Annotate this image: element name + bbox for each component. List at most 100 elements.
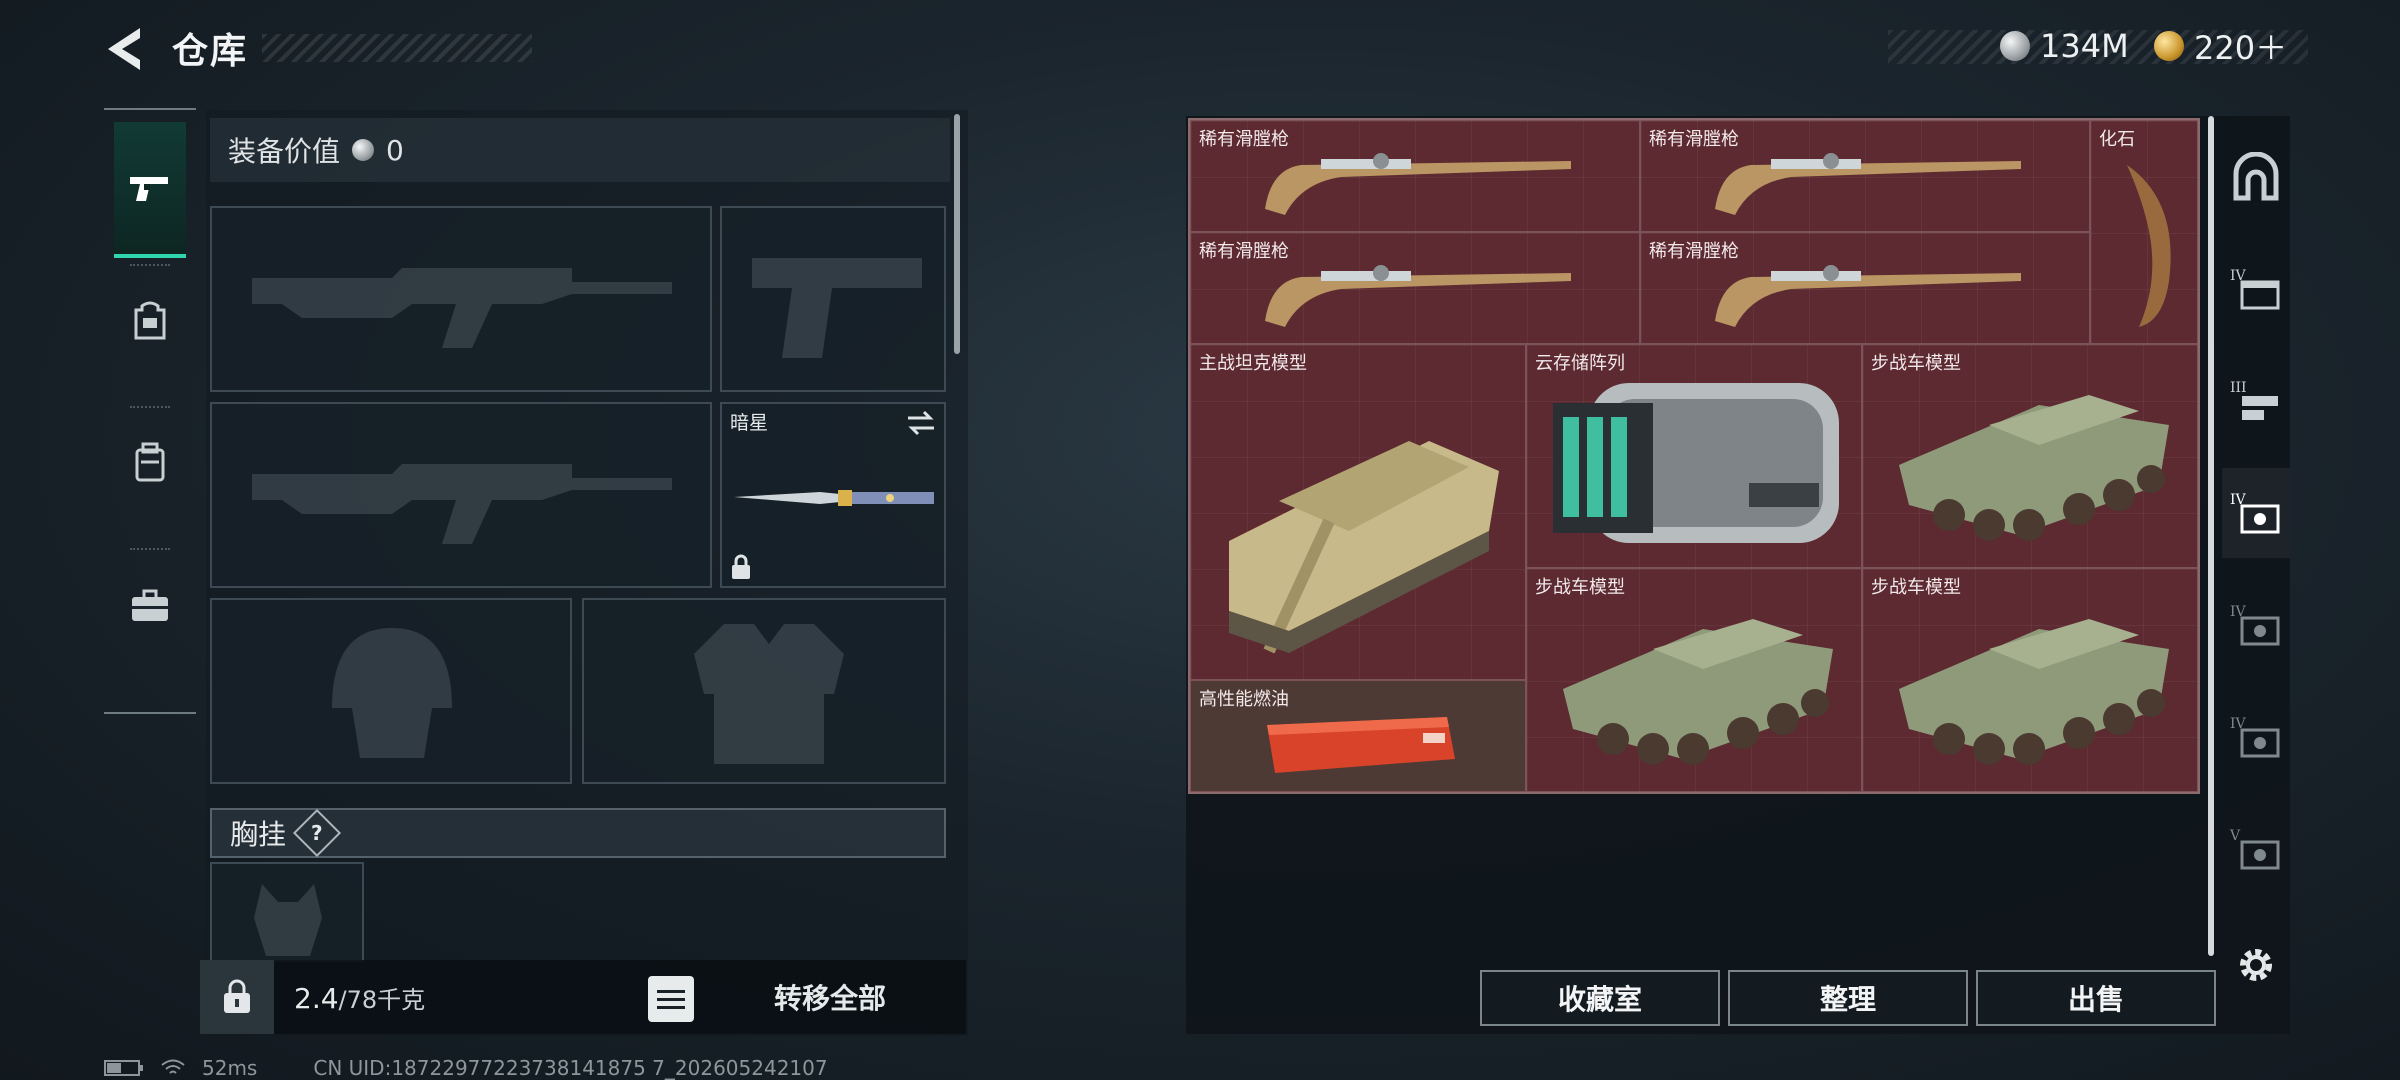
item-label: 主战坦克模型 <box>1199 353 1307 374</box>
item-label: 化石 <box>2099 129 2135 150</box>
collection-room-button[interactable]: 收藏室 <box>1480 970 1720 1026</box>
pistol-silhouette-icon <box>752 258 922 358</box>
title-decoration <box>262 34 532 62</box>
sell-button[interactable]: 出售 <box>1976 970 2216 1026</box>
musket-icon <box>1715 153 2021 215</box>
primary-weapon-slot-1[interactable] <box>210 206 712 392</box>
list-view-button[interactable] <box>648 976 694 1022</box>
tab-case[interactable] <box>114 556 186 656</box>
storage-item-musket[interactable]: 稀有滑膛枪 <box>1190 232 1640 344</box>
storage-item-musket[interactable]: 稀有滑膛枪 <box>1640 232 2090 344</box>
storage-grid: 稀有滑膛枪 稀有滑膛枪 化石 稀有滑膛枪 稀有滑膛枪 主战坦克模型 云存储阵列 … <box>1188 118 2200 794</box>
currency-gold-value: 220＋ <box>2194 29 2288 67</box>
tab-storage-iv-3[interactable]: IV <box>2222 580 2290 670</box>
helmet-slot[interactable] <box>210 598 572 784</box>
fuel-case-icon <box>1267 717 1455 773</box>
battery-icon <box>104 1060 143 1076</box>
storage-item-ifv-model[interactable]: 步战车模型 <box>1862 568 2198 792</box>
ifv-model-icon <box>1899 619 2169 765</box>
tier-label: III <box>2230 380 2247 396</box>
rifle-silhouette-icon <box>252 464 672 544</box>
chest-rig-header: 胸挂 ? <box>210 808 946 858</box>
silver-coin-icon <box>2000 31 2030 61</box>
storage-tabs-rail: IV III IV IV IV V <box>2222 118 2290 1028</box>
equipment-value-bar: 装备价值 0 <box>210 118 950 182</box>
pistol-icon <box>130 177 168 201</box>
melee-slot[interactable]: 暗星 <box>720 402 946 588</box>
silver-coin-icon <box>352 139 375 161</box>
back-arrow-icon[interactable] <box>100 24 146 74</box>
primary-weapon-slot-2[interactable] <box>210 402 712 588</box>
lock-button[interactable] <box>200 960 274 1034</box>
item-label: 步战车模型 <box>1871 353 1961 374</box>
organize-button[interactable]: 整理 <box>1728 970 1968 1026</box>
vest-silhouette-icon <box>694 624 844 764</box>
knife-icon <box>734 490 934 506</box>
weight-max: /78千克 <box>338 986 426 1014</box>
tab-storage-iv-1[interactable]: IV <box>2222 244 2290 334</box>
uid-text: CN UID:18722977223738141875 7_2026052421… <box>313 1056 828 1080</box>
container-icon: III <box>2230 380 2278 420</box>
armor-slot[interactable] <box>582 598 946 784</box>
tab-rig[interactable] <box>114 412 186 512</box>
tab-storage-iv-4[interactable]: IV <box>2222 692 2290 782</box>
gold-coin-icon <box>2154 31 2184 61</box>
storage-item-ifv-model[interactable]: 步战车模型 <box>1862 344 2198 568</box>
loadout-scrollbar[interactable] <box>954 114 960 354</box>
item-label: 步战车模型 <box>1535 577 1625 598</box>
tab-storage-iii[interactable]: III <box>2222 356 2290 446</box>
item-label: 步战车模型 <box>1871 577 1961 598</box>
page-title: 仓库 <box>172 31 249 72</box>
storage-item-cloud-array[interactable]: 云存储阵列 <box>1526 344 1862 568</box>
currency-gold[interactable]: 220＋ <box>2154 26 2288 67</box>
currency-silver: 134M <box>2000 26 2129 66</box>
storage-item-ifv-model[interactable]: 步战车模型 <box>1526 568 1862 792</box>
weight-current: 2.4 <box>294 982 339 1015</box>
padlock-icon <box>224 979 250 1013</box>
briefcase-icon <box>132 589 168 621</box>
container-icon: IV <box>2230 604 2280 646</box>
storage-scrollbar[interactable] <box>2208 116 2214 956</box>
tab-weapons[interactable] <box>114 122 186 258</box>
storage-item-musket[interactable]: 稀有滑膛枪 <box>1640 120 2090 232</box>
equipment-value: 0 <box>386 133 404 167</box>
storage-item-fuel[interactable]: 高性能燃油 <box>1190 680 1526 792</box>
currency-silver-value: 134M <box>2040 27 2129 65</box>
settings-button[interactable] <box>2222 920 2290 1010</box>
ping-value: 52ms <box>202 1056 258 1080</box>
musket-icon <box>1265 265 1571 327</box>
storage-item-musket[interactable]: 稀有滑膛枪 <box>1190 120 1640 232</box>
backpack-icon <box>134 301 166 340</box>
tab-all-storage[interactable] <box>2222 132 2290 222</box>
help-icon[interactable]: ? <box>292 808 342 858</box>
carry-weight: 2.4/78千克 <box>294 980 425 1015</box>
container-icon: IV <box>2230 268 2280 310</box>
gear-icon <box>2240 949 2272 981</box>
equipment-value-label: 装备价值 <box>228 135 341 168</box>
tier-label: V <box>2229 828 2241 844</box>
tab-backpack[interactable] <box>114 270 186 370</box>
arch-icon <box>2233 152 2279 201</box>
container-icon: V <box>2229 828 2280 870</box>
help-mark: ? <box>311 820 323 845</box>
server-array-icon <box>1553 383 1839 543</box>
helmet-silhouette-icon <box>332 628 452 758</box>
container-icon: IV <box>2230 492 2280 534</box>
rig-silhouette-icon <box>254 884 322 956</box>
rifle-silhouette-icon <box>252 268 672 348</box>
pistol-slot[interactable] <box>720 206 946 392</box>
storage-item-fossil[interactable]: 化石 <box>2090 120 2198 344</box>
tab-storage-v[interactable]: V <box>2222 804 2290 894</box>
musket-icon <box>1265 153 1571 215</box>
swap-icon[interactable] <box>906 410 936 436</box>
chest-rig-label: 胸挂 <box>230 818 287 851</box>
tab-storage-iv-2[interactable]: IV <box>2222 468 2290 558</box>
chest-rig-slot[interactable] <box>210 862 364 962</box>
status-bar: 52ms CN UID:18722977223738141875 7_20260… <box>104 1056 828 1080</box>
melee-item-name: 暗星 <box>730 412 769 434</box>
storage-item-tank-model[interactable]: 主战坦克模型 <box>1190 344 1526 680</box>
transfer-all-button[interactable]: 转移全部 <box>700 966 960 1028</box>
category-rail <box>104 108 196 714</box>
claw-fossil-icon <box>2127 165 2171 327</box>
wifi-icon <box>161 1059 185 1074</box>
